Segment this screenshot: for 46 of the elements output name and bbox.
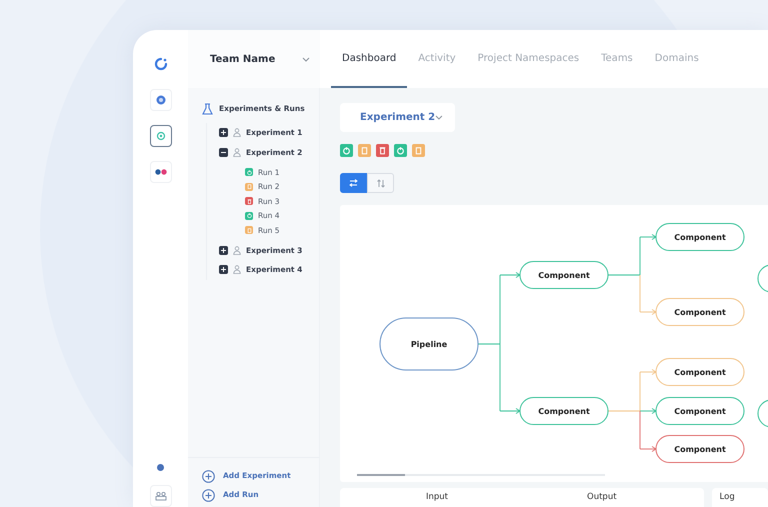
pipeline-node[interactable]: Component bbox=[656, 223, 744, 251]
connector-arrow bbox=[500, 408, 521, 414]
flask-icon bbox=[202, 103, 213, 115]
horizontal-swap-icon[interactable] bbox=[340, 173, 367, 193]
chevron-down-icon bbox=[302, 56, 310, 62]
logo-icon bbox=[152, 56, 168, 72]
target-icon[interactable] bbox=[150, 125, 172, 147]
power-icon[interactable] bbox=[394, 144, 407, 157]
expand-icon[interactable] bbox=[219, 246, 228, 255]
vertical-swap-icon[interactable] bbox=[367, 173, 394, 193]
collapse-icon[interactable] bbox=[219, 148, 228, 157]
pipeline-node[interactable]: Component bbox=[656, 298, 744, 326]
team-dropdown[interactable]: Team Name bbox=[188, 30, 320, 88]
pipeline-node[interactable]: Component bbox=[656, 358, 744, 386]
plus-circle-icon bbox=[202, 488, 215, 502]
pipeline-node[interactable]: Component bbox=[656, 435, 744, 463]
experiment-dropdown[interactable]: Experiment 2 bbox=[340, 103, 455, 132]
plus-circle-icon bbox=[202, 470, 215, 482]
pipeline-node[interactable]: Component bbox=[520, 261, 608, 289]
power-icon[interactable] bbox=[340, 144, 353, 157]
trash-icon[interactable] bbox=[376, 144, 389, 157]
connector-arrow bbox=[640, 446, 657, 452]
panel-heading: Log bbox=[720, 491, 735, 504]
expand-icon[interactable] bbox=[219, 265, 228, 274]
clipboard-icon[interactable] bbox=[358, 144, 371, 157]
person-icon bbox=[233, 265, 241, 274]
pipeline-node[interactable]: Component bbox=[656, 397, 744, 425]
status-dot-icon bbox=[157, 464, 164, 471]
person-icon bbox=[233, 246, 241, 255]
connector-arrow bbox=[640, 234, 657, 240]
people-icon[interactable] bbox=[150, 485, 172, 507]
person-icon bbox=[233, 148, 241, 157]
connector-arrow bbox=[500, 272, 521, 278]
pipeline-node[interactable]: Pipeline bbox=[380, 318, 478, 370]
connector-arrow bbox=[640, 369, 657, 375]
dots-icon[interactable] bbox=[150, 161, 172, 183]
connector-arrow bbox=[640, 408, 657, 414]
chevron-down-icon bbox=[435, 115, 443, 120]
pipeline-node[interactable]: Component bbox=[520, 397, 608, 425]
panel-heading: Input bbox=[426, 491, 448, 504]
person-icon bbox=[233, 128, 241, 138]
clipboard-icon[interactable] bbox=[412, 144, 425, 157]
globe-icon[interactable] bbox=[150, 89, 172, 111]
expand-icon[interactable] bbox=[219, 128, 228, 138]
connector-arrow bbox=[640, 309, 657, 315]
panel-heading: Output bbox=[587, 491, 617, 504]
